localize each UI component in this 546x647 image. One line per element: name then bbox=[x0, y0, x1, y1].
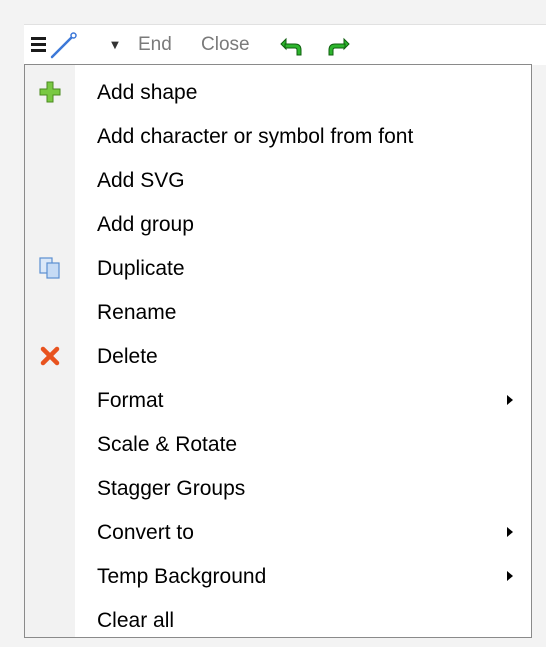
menu-item-add-svg[interactable]: Add SVG bbox=[25, 158, 531, 202]
submenu-arrow-icon bbox=[507, 395, 513, 405]
menu-item-label: Format bbox=[97, 389, 164, 412]
menu-item-duplicate[interactable]: Duplicate bbox=[25, 246, 531, 290]
menu-item-label: Add SVG bbox=[97, 169, 185, 192]
menu-item-label: Rename bbox=[97, 301, 177, 324]
copy-icon bbox=[37, 256, 63, 280]
menu-item-label: Add shape bbox=[97, 81, 198, 104]
submenu-arrow-icon bbox=[507, 527, 513, 537]
redo-icon[interactable] bbox=[324, 31, 352, 59]
menu-item-format[interactable]: Format bbox=[25, 378, 531, 422]
menu-item-clear-all[interactable]: Clear all bbox=[25, 598, 531, 642]
pen-line-icon[interactable] bbox=[48, 29, 80, 61]
menu-item-delete[interactable]: Delete bbox=[25, 334, 531, 378]
menu-item-label: Add character or symbol from font bbox=[97, 125, 414, 148]
menu-item-label: Add group bbox=[97, 213, 194, 236]
undo-icon[interactable] bbox=[278, 31, 306, 59]
menu-item-add-shape[interactable]: Add shape bbox=[25, 70, 531, 114]
chevron-down-icon[interactable]: ▼ bbox=[110, 40, 120, 51]
menu-item-label: Convert to bbox=[97, 521, 194, 544]
submenu-arrow-icon bbox=[507, 571, 513, 581]
menu-item-stagger-groups[interactable]: Stagger Groups bbox=[25, 466, 531, 510]
menu-item-add-group[interactable]: Add group bbox=[25, 202, 531, 246]
toolbar: ▼ End Close bbox=[24, 24, 546, 65]
context-menu: Add shape Add character or symbol from f… bbox=[24, 64, 532, 638]
menu-item-label: Scale & Rotate bbox=[97, 433, 238, 456]
end-button[interactable]: End bbox=[138, 34, 172, 56]
menu-item-temp-background[interactable]: Temp Background bbox=[25, 554, 531, 598]
plus-icon bbox=[37, 80, 63, 104]
menu-item-rename[interactable]: Rename bbox=[25, 290, 531, 334]
close-button[interactable]: Close bbox=[201, 34, 250, 56]
hamburger-menu-icon[interactable] bbox=[29, 33, 47, 55]
menu-item-scale-rotate[interactable]: Scale & Rotate bbox=[25, 422, 531, 466]
menu-item-label: Delete bbox=[97, 345, 158, 368]
menu-item-label: Stagger Groups bbox=[97, 477, 246, 500]
menu-item-label: Clear all bbox=[97, 609, 175, 632]
delete-x-icon bbox=[37, 344, 63, 368]
menu-item-convert-to[interactable]: Convert to bbox=[25, 510, 531, 554]
menu-item-label: Duplicate bbox=[97, 257, 185, 280]
menu-item-add-character[interactable]: Add character or symbol from font bbox=[25, 114, 531, 158]
menu-item-label: Temp Background bbox=[97, 565, 267, 588]
